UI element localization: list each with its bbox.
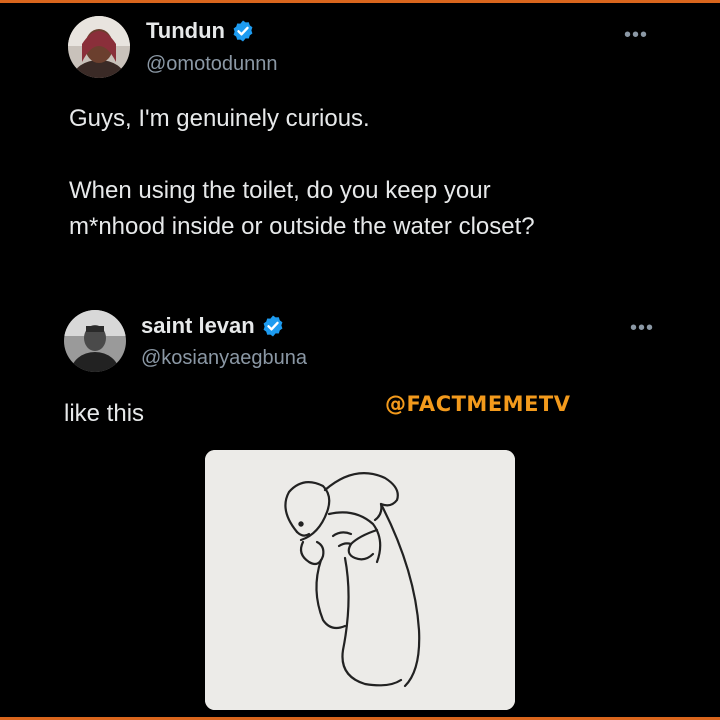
avatar-tundun[interactable] [68,16,130,78]
frame-top-border [0,0,720,3]
tweet-text: Guys, I'm genuinely curious. When using … [69,105,535,240]
handle[interactable]: @omotodunnn [146,53,278,76]
avatar-saint-levan[interactable] [64,310,126,372]
display-name[interactable]: saint levan [141,313,255,339]
avatar-image [64,310,126,372]
tweet-media-image[interactable] [205,450,515,710]
watermark: @FACTMEMETV [385,392,571,416]
more-options-icon[interactable]: ••• [630,318,654,338]
sketch-drawing [205,450,515,710]
verified-badge-icon [233,20,253,42]
avatar-image [68,16,130,78]
more-options-icon[interactable]: ••• [624,25,648,45]
verified-badge-icon [263,315,283,337]
display-name[interactable]: Tundun [146,18,225,44]
handle[interactable]: @kosianyaegbuna [141,347,307,370]
tweet-text: like this [64,400,145,427]
